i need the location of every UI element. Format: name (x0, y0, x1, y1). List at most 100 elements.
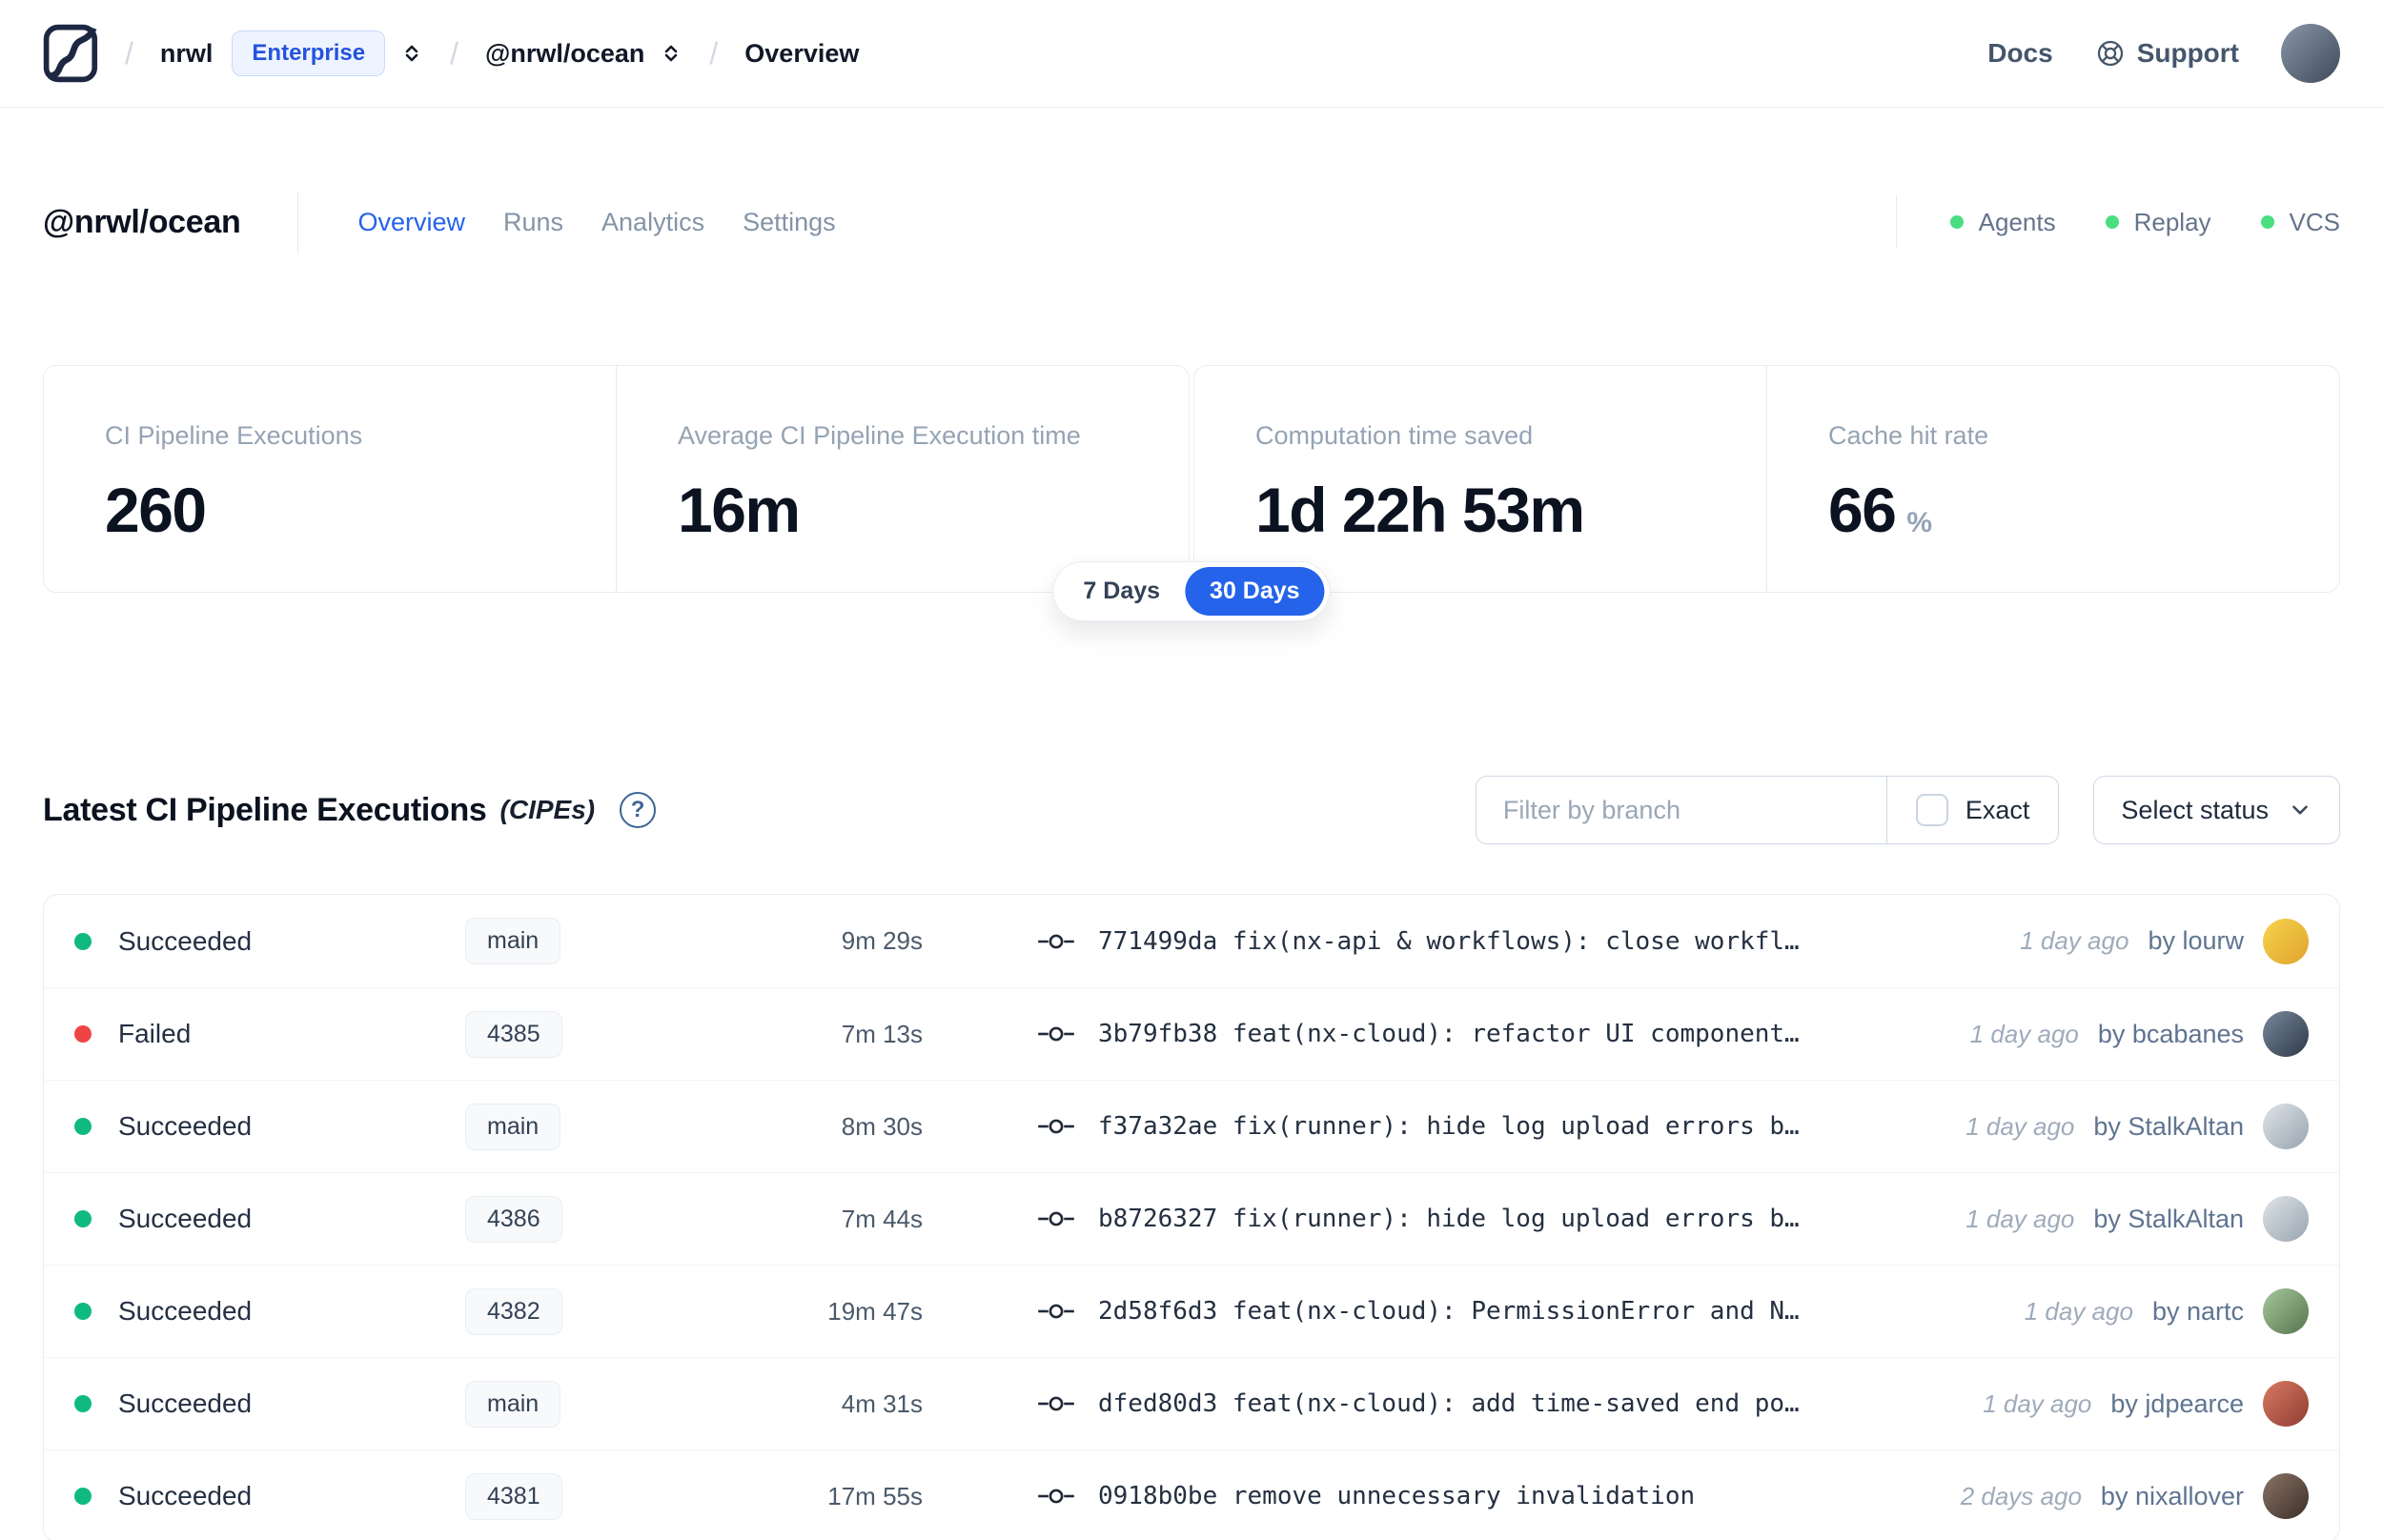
page-title: @nrwl/ocean (43, 203, 241, 240)
branch-cell: main (465, 1103, 780, 1150)
cipe-row[interactable]: Succeeded 4382 19m 47s 2d58f6d3 feat(nx-… (44, 1265, 2339, 1357)
stat-label: CI Pipeline Executions (105, 421, 363, 450)
feature-replay[interactable]: Replay (2105, 208, 2211, 237)
range-7-days[interactable]: 7 Days (1058, 567, 1185, 616)
support-link[interactable]: Support (2095, 38, 2239, 69)
branch-filter-input[interactable] (1476, 777, 1886, 843)
commit-message: 0918b0be remove unnecessary invalidation (1098, 1482, 1696, 1510)
git-commit-icon (1037, 1206, 1075, 1231)
divider (297, 192, 299, 253)
cipe-row[interactable]: Succeeded 4386 7m 44s b8726327 fix(runne… (44, 1172, 2339, 1265)
breadcrumb-separator: / (709, 35, 719, 71)
commit-author-label: by jdpearce (2110, 1388, 2244, 1418)
status-select-label: Select status (2121, 795, 2269, 824)
main-content: @nrwl/ocean Overview Runs Analytics Sett… (0, 192, 2383, 1540)
author-avatar (2263, 1104, 2309, 1149)
commit-message: 2d58f6d3 feat(nx-cloud): PermissionError… (1098, 1297, 1800, 1326)
status-dot-icon (74, 932, 92, 950)
cipe-title-group: Latest CI Pipeline Executions (CIPEs) ? (43, 791, 657, 829)
cipe-row[interactable]: Succeeded main 9m 29s 771499da fix(nx-ap… (44, 895, 2339, 987)
time-ago-label: 1 day ago (1965, 1111, 2075, 1141)
commit-author-label: by nixallover (2100, 1481, 2244, 1510)
section-subtitle: (CIPEs) (499, 795, 596, 824)
author-cell: 1 day ago by lourw (2020, 918, 2309, 964)
feature-label: VCS (2289, 207, 2340, 236)
cipe-row[interactable]: Failed 4385 7m 13s 3b79fb38 feat(nx-clou… (44, 987, 2339, 1080)
docs-link[interactable]: Docs (1987, 38, 2052, 69)
branch-badge: 4381 (465, 1472, 562, 1520)
time-ago-label: 1 day ago (1965, 1204, 2075, 1233)
commit-message: 3b79fb38 feat(nx-cloud): refactor UI com… (1098, 1020, 1800, 1048)
enterprise-badge: Enterprise (232, 30, 386, 76)
author-cell: 1 day ago by StalkAltan (1965, 1104, 2309, 1149)
status-dot-icon (74, 1210, 92, 1227)
cipe-row[interactable]: Succeeded main 8m 30s f37a32ae fix(runne… (44, 1080, 2339, 1172)
status-dot-icon (74, 1303, 92, 1320)
status-dot-icon (2260, 215, 2274, 229)
commit-cell: b8726327 fix(runner): hide log upload er… (1037, 1205, 1800, 1233)
commit-cell: 2d58f6d3 feat(nx-cloud): PermissionError… (1037, 1297, 1800, 1326)
tab-runs[interactable]: Runs (503, 208, 563, 237)
time-ago-label: 1 day ago (1983, 1388, 2092, 1418)
org-switcher-chevron-up-down-icon[interactable] (400, 38, 423, 69)
commit-cell: dfed80d3 feat(nx-cloud): add time-saved … (1037, 1389, 1800, 1418)
cipe-row[interactable]: Succeeded main 4m 31s dfed80d3 feat(nx-c… (44, 1357, 2339, 1449)
branch-cell: main (465, 918, 780, 964)
breadcrumb: / nrwl Enterprise / @nrwl/ocean / Overvi… (43, 24, 859, 83)
breadcrumb-page: Overview (744, 38, 860, 68)
lifebuoy-icon (2095, 38, 2126, 69)
stat-label: Computation time saved (1255, 421, 1534, 450)
commit-cell: f37a32ae fix(runner): hide log upload er… (1037, 1112, 1800, 1141)
branch-cell: 4382 (465, 1287, 780, 1335)
status-label: Succeeded (118, 1296, 253, 1326)
branch-badge: 4385 (465, 1010, 562, 1058)
divider (1895, 195, 1897, 249)
help-question-circle-icon[interactable]: ? (620, 792, 657, 828)
duration-label: 4m 31s (841, 1388, 923, 1418)
branch-cell: 4385 (465, 1010, 780, 1058)
tab-overview[interactable]: Overview (357, 208, 465, 237)
status-select[interactable]: Select status (2093, 776, 2340, 844)
status-cell: Succeeded (74, 1111, 465, 1142)
duration-label: 17m 55s (827, 1481, 923, 1510)
status-label: Succeeded (118, 1204, 253, 1233)
user-avatar[interactable] (2281, 24, 2340, 83)
nx-cloud-logo-icon[interactable] (43, 24, 98, 83)
exact-label: Exact (1965, 795, 2030, 824)
support-label: Support (2136, 38, 2239, 68)
status-dot-icon (74, 1488, 92, 1505)
tab-analytics[interactable]: Analytics (601, 208, 704, 237)
feature-vcs[interactable]: VCS (2260, 207, 2340, 237)
commit-author-label: by bcabanes (2097, 1019, 2244, 1048)
range-30-days[interactable]: 30 Days (1185, 567, 1325, 616)
cipe-section-header: Latest CI Pipeline Executions (CIPEs) ? … (43, 776, 2340, 844)
breadcrumb-org[interactable]: nrwl (160, 39, 214, 69)
author-avatar (2263, 918, 2309, 964)
branch-badge: main (465, 1380, 561, 1428)
workspace-switcher-chevron-up-down-icon[interactable] (660, 38, 682, 69)
status-dot-icon (74, 1025, 92, 1043)
status-label: Succeeded (118, 1111, 253, 1141)
section-title: Latest CI Pipeline Executions (43, 791, 487, 828)
exact-checkbox[interactable] (1915, 794, 1948, 826)
status-label: Succeeded (118, 1388, 253, 1418)
stat-value: 66% (1828, 475, 1933, 545)
navbar-actions: Docs Support (1987, 24, 2340, 83)
branch-cell: 4381 (465, 1472, 780, 1520)
stat-cache-hit-rate: Cache hit rate 66% (1766, 366, 2339, 592)
feature-agents[interactable]: Agents (1949, 208, 2056, 237)
exact-filter: Exact (1885, 777, 2059, 843)
cipe-row[interactable]: Succeeded 4381 17m 55s 0918b0be remove u… (44, 1449, 2339, 1540)
stats-group-right: Computation time saved 1d 22h 53m Cache … (1193, 365, 2340, 593)
branch-badge: main (465, 918, 561, 964)
top-navbar: / nrwl Enterprise / @nrwl/ocean / Overvi… (0, 0, 2383, 108)
breadcrumb-workspace[interactable]: @nrwl/ocean (485, 39, 644, 69)
commit-message: f37a32ae fix(runner): hide log upload er… (1098, 1112, 1800, 1141)
commit-cell: 0918b0be remove unnecessary invalidation (1037, 1482, 1695, 1510)
author-cell: 1 day ago by jdpearce (1983, 1381, 2309, 1427)
branch-cell: 4386 (465, 1195, 780, 1243)
duration-label: 9m 29s (841, 926, 923, 955)
stat-value: 16m (678, 475, 801, 545)
stat-label: Cache hit rate (1828, 421, 1989, 450)
tab-settings[interactable]: Settings (743, 208, 836, 237)
